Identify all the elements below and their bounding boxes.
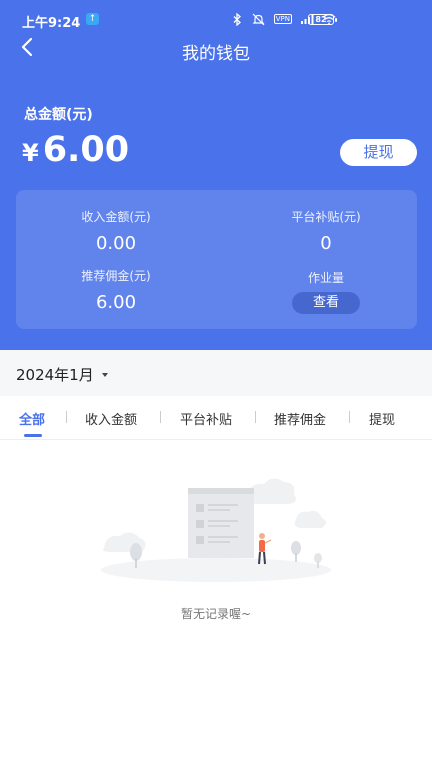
subsidy-stat: 平台补贴(元) 0 — [256, 208, 396, 254]
empty-state-text: 暂无记录喔~ — [180, 607, 252, 621]
active-tab-indicator — [24, 434, 42, 437]
subsidy-label: 平台补贴(元) — [291, 210, 361, 224]
commission-stat: 推荐佣金(元) 6.00 — [46, 267, 186, 313]
mute-bell-icon — [252, 12, 266, 26]
currency-symbol: ¥ — [22, 139, 39, 167]
tab-divider — [349, 411, 350, 423]
tab-withdraw[interactable]: 提现 — [369, 409, 395, 428]
total-amount: ¥ 6.00 — [22, 130, 129, 170]
tab-commission[interactable]: 推荐佣金 — [274, 409, 326, 428]
tab-income[interactable]: 收入金额 — [85, 409, 137, 428]
filter-bar: 2024年1月 — [0, 350, 432, 396]
commission-value: 6.00 — [95, 292, 137, 313]
income-stat: 收入金额(元) 0.00 — [46, 208, 186, 254]
income-value: 0.00 — [95, 233, 137, 254]
tab-divider — [255, 411, 256, 423]
status-time: 上午9:24 — [22, 16, 81, 31]
month-selector[interactable]: 2024年1月 — [16, 364, 108, 385]
tab-all[interactable]: 全部 — [19, 409, 45, 428]
view-workload-button[interactable]: 查看 — [292, 292, 360, 314]
vpn-icon: VPN — [273, 14, 292, 24]
workload-stat: 作业量 查看 — [256, 269, 396, 314]
amount-value: 6.00 — [42, 130, 130, 170]
battery-icon: 82 — [308, 14, 337, 25]
empty-state-illustration — [96, 470, 336, 590]
income-label: 收入金额(元) — [81, 210, 151, 224]
commission-label: 推荐佣金(元) — [81, 269, 151, 283]
tab-divider — [66, 411, 67, 423]
stats-card: 收入金额(元) 0.00 平台补贴(元) 0 推荐佣金(元) 6.00 作业量 … — [16, 190, 417, 329]
tab-divider — [160, 411, 161, 423]
nav-bar: 我的钱包 — [0, 35, 432, 65]
subsidy-value: 0 — [320, 233, 332, 254]
page-title: 我的钱包 — [182, 44, 250, 64]
withdraw-button[interactable]: 提现 — [340, 139, 417, 166]
tab-subsidy[interactable]: 平台补贴 — [180, 409, 232, 428]
status-bar: 上午9:24 ↑ VPN 82 — [0, 0, 432, 40]
wallet-header: 上午9:24 ↑ VPN 82 我的钱包 总金额(元) ¥ 6.00 提现 收入… — [0, 0, 432, 350]
upload-icon: ↑ — [86, 13, 99, 25]
transaction-tabs: 全部 收入金额 平台补贴 推荐佣金 提现 — [0, 396, 432, 440]
month-label: 2024年1月 — [16, 366, 94, 384]
bluetooth-icon — [230, 12, 244, 26]
caret-down-icon — [101, 372, 108, 377]
total-amount-label: 总金额(元) — [24, 107, 93, 123]
workload-label: 作业量 — [307, 271, 344, 285]
